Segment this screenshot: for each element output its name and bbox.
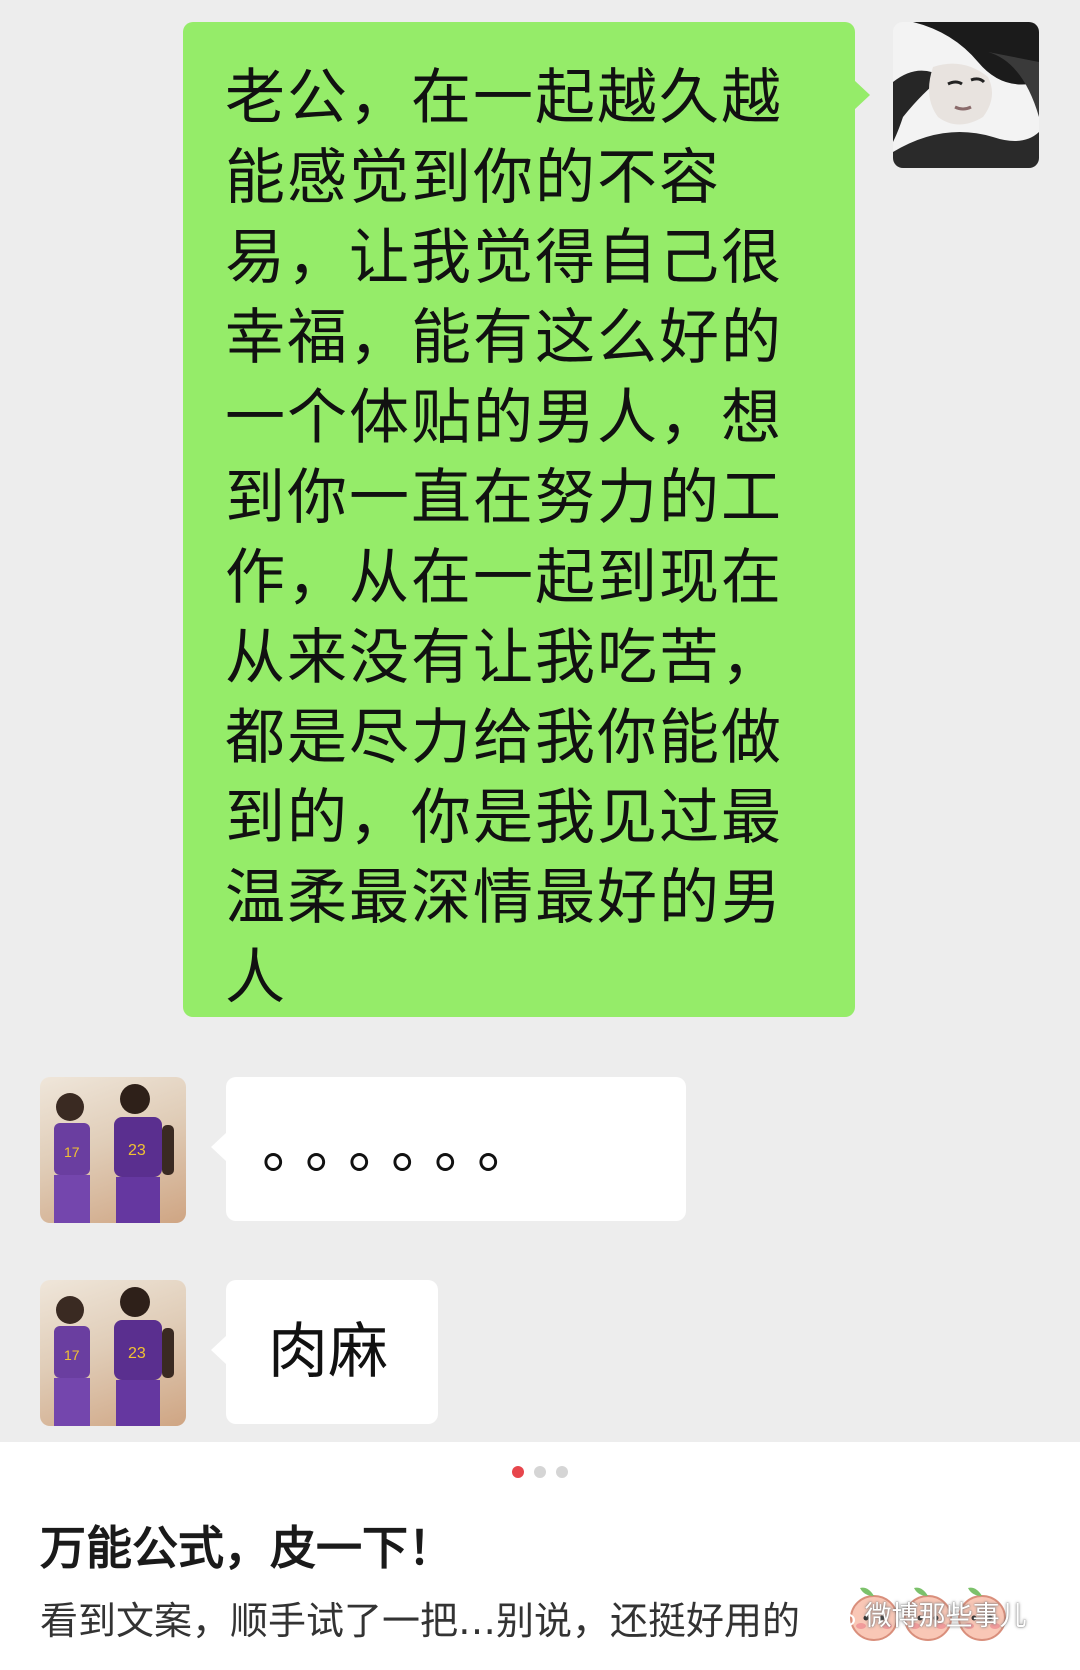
message-line: 人 (225, 943, 287, 1013)
basketball-players-icon: 17 23 (54, 1287, 174, 1426)
carousel-dot[interactable] (534, 1466, 546, 1478)
woman-portrait-icon (893, 22, 1039, 168)
message-bubble-received[interactable]: 肉麻 (211, 1280, 438, 1424)
message-line: 作，从在一起到现在 (225, 543, 783, 613)
chat-area: 老公，在一起越久越 能感觉到你的不容 易，让我觉得自己很 幸福，能有这么好的 一… (0, 0, 1080, 1442)
message-line: 到的，你是我见过最 (225, 783, 783, 853)
message-bubble-sent[interactable]: 老公，在一起越久越 能感觉到你的不容 易，让我觉得自己很 幸福，能有这么好的 一… (183, 22, 870, 1017)
basketball-players-avatar[interactable]: 17 23 (40, 1077, 186, 1223)
basketball-players-avatar[interactable]: 17 23 (40, 1280, 186, 1426)
woman-portrait-avatar[interactable] (893, 22, 1039, 168)
post-description: 看到文案，顺手试了一把…别说，还挺好用的 (40, 1599, 801, 1643)
watermark: 微博那些事儿 (830, 1594, 1027, 1633)
message-line: 从来没有让我吃苦， (225, 623, 783, 693)
message-line: 易，让我觉得自己很 (225, 223, 783, 293)
svg-text:23: 23 (128, 1345, 146, 1362)
message-line: 到你一直在努力的工 (225, 463, 783, 533)
carousel-dot[interactable] (556, 1466, 568, 1478)
carousel-dot-active[interactable] (512, 1466, 524, 1478)
carousel-indicator[interactable] (0, 1466, 1080, 1478)
watermark-text: 微博那些事儿 (864, 1601, 1027, 1632)
svg-text:17: 17 (64, 1144, 80, 1160)
message-bubble-received[interactable]: 。。。。。。 (211, 1077, 686, 1221)
message-text: 肉麻 (268, 1317, 388, 1387)
message-line: 能感觉到你的不容 (225, 143, 721, 213)
message-line: 老公，在一起越久越 (225, 63, 783, 133)
wechat-icon (830, 1601, 865, 1632)
post-title: 万能公式，皮一下！ (40, 1521, 454, 1575)
message-line: 幸福，能有这么好的 (225, 303, 783, 373)
svg-text:17: 17 (64, 1347, 80, 1363)
message-text: 。。。。。。 (262, 1113, 550, 1181)
message-line: 温柔最深情最好的男 (225, 863, 783, 933)
message-line: 都是尽力给我你能做 (225, 703, 783, 773)
basketball-players-icon: 17 23 (54, 1084, 174, 1223)
svg-text:23: 23 (128, 1142, 146, 1159)
message-line: 一个体贴的男人，想 (225, 383, 783, 453)
